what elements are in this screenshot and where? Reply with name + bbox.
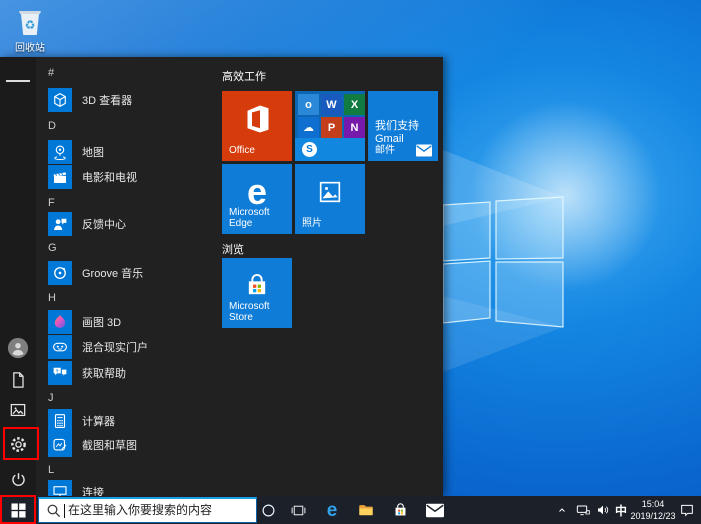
file-explorer-icon[interactable] bbox=[352, 496, 380, 524]
recycle-bin-icon: ♻ bbox=[4, 4, 56, 38]
tile-label: Microsoft Store bbox=[229, 301, 292, 323]
tile-office[interactable]: Office bbox=[222, 91, 292, 161]
tile-group-header[interactable]: 高效工作 bbox=[222, 68, 266, 84]
taskbar-search-box[interactable] bbox=[38, 497, 257, 523]
start-menu: # 3D 查看器 D 地图 电影和电视 F 反馈中心 G bbox=[0, 57, 443, 496]
excel-icon: X bbox=[344, 94, 365, 115]
edge-taskbar-icon[interactable]: e bbox=[318, 496, 346, 524]
tile-microsoft-edge[interactable]: e Microsoft Edge bbox=[222, 164, 292, 234]
start-menu-tiles: 高效工作 Office o W X ☁ P N S bbox=[0, 57, 443, 496]
taskbar: e 中 15:04 2019/12/23 bbox=[0, 496, 701, 524]
skype-icon: S bbox=[302, 142, 317, 157]
tile-microsoft-store[interactable]: Microsoft Store bbox=[222, 258, 292, 328]
action-center-icon[interactable] bbox=[674, 496, 700, 524]
tray-clock[interactable]: 15:04 2019/12/23 bbox=[629, 498, 677, 522]
tile-label: 照片 bbox=[302, 214, 322, 229]
search-input[interactable] bbox=[66, 499, 254, 521]
tile-office-folder[interactable]: o W X ☁ P N S bbox=[295, 91, 365, 161]
network-icon[interactable] bbox=[572, 496, 594, 524]
tray-time: 15:04 bbox=[629, 498, 677, 510]
tile-photos[interactable]: 照片 bbox=[295, 164, 365, 234]
outlook-icon: o bbox=[298, 94, 319, 115]
onedrive-icon: ☁ bbox=[298, 117, 319, 138]
ime-indicator[interactable]: 中 bbox=[611, 496, 631, 524]
office-logo-icon bbox=[222, 95, 292, 143]
tray-date: 2019/12/23 bbox=[629, 510, 677, 522]
mail-taskbar-icon[interactable] bbox=[421, 496, 449, 524]
task-view-icon[interactable] bbox=[284, 496, 312, 524]
svg-text:♻: ♻ bbox=[25, 18, 36, 32]
tile-label: 邮件 bbox=[375, 141, 395, 156]
windows-logo-icon bbox=[11, 503, 26, 518]
office-folder-apps: o W X ☁ P N bbox=[298, 94, 365, 138]
start-button[interactable] bbox=[0, 496, 36, 524]
store-taskbar-icon[interactable] bbox=[386, 496, 414, 524]
tile-label: Office bbox=[229, 145, 255, 156]
powerpoint-icon: P bbox=[321, 117, 342, 138]
onenote-icon: N bbox=[344, 117, 365, 138]
tile-label: Microsoft Edge bbox=[229, 207, 292, 229]
recycle-bin-shortcut[interactable]: ♻ 回收站 bbox=[4, 4, 56, 54]
photos-icon bbox=[295, 168, 365, 216]
tile-group-header[interactable]: 浏览 bbox=[222, 241, 244, 257]
text-caret bbox=[64, 504, 65, 518]
cortana-icon[interactable] bbox=[254, 496, 282, 524]
word-icon: W bbox=[321, 94, 342, 115]
windows-desktop: ♻ 回收站 # bbox=[0, 0, 701, 524]
mail-envelope-icon bbox=[416, 144, 432, 157]
search-icon bbox=[45, 502, 63, 520]
show-hidden-icons-chevron[interactable] bbox=[552, 496, 572, 524]
recycle-bin-label: 回收站 bbox=[4, 39, 56, 54]
tile-mail[interactable]: 我们支持 Gmail 邮件 bbox=[368, 91, 438, 161]
